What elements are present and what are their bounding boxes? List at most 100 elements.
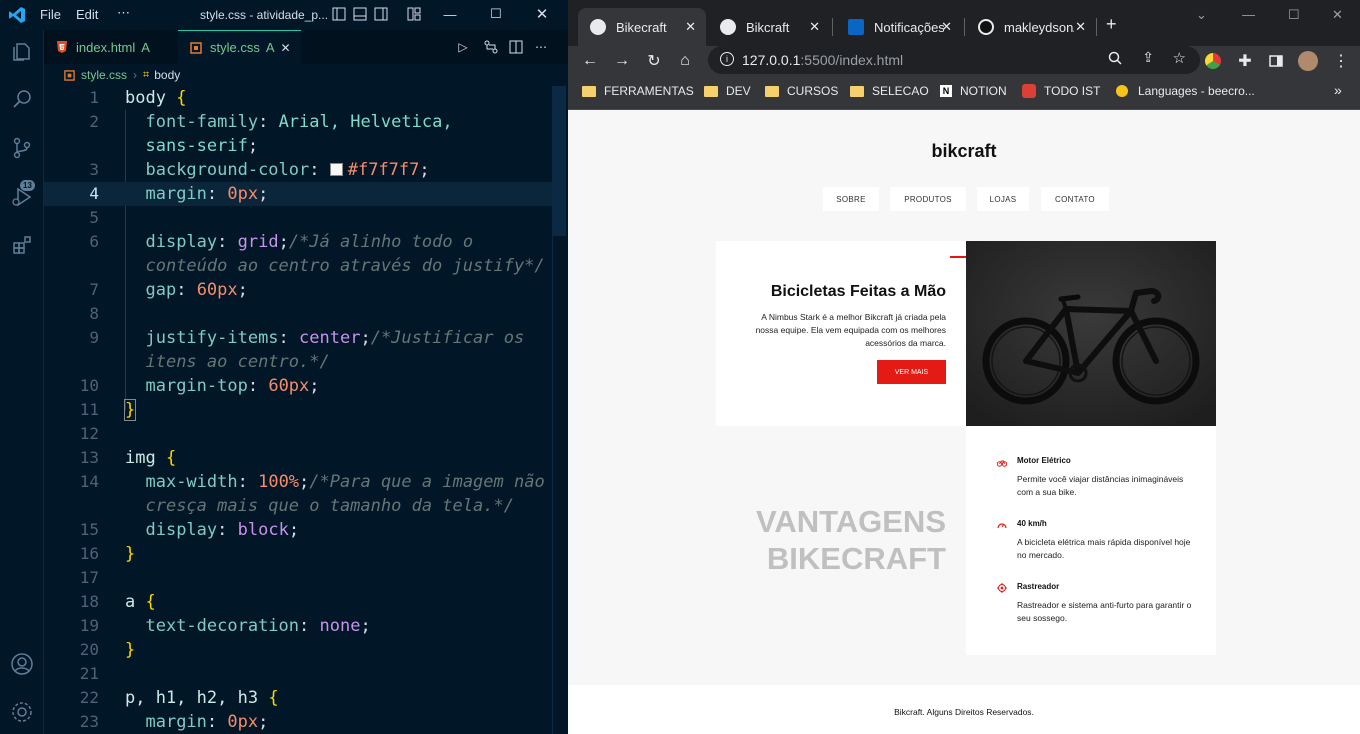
scrollbar-thumb[interactable] bbox=[552, 86, 566, 236]
menu-more[interactable]: ⋯ bbox=[117, 5, 130, 21]
site-footer: Bikcraft. Alguns Direitos Reservados. bbox=[568, 685, 1360, 734]
bookmarks-bar: FERRAMENTAS DEV CURSOS SELECAO N NOTION T… bbox=[568, 76, 1360, 110]
site-info-icon[interactable]: i bbox=[720, 52, 734, 66]
tab-style-css[interactable]: style.css A ✕ bbox=[178, 30, 301, 64]
bicycle-icon bbox=[997, 460, 1007, 467]
accounts-icon[interactable] bbox=[8, 650, 36, 678]
browser-tab-bikecraft[interactable]: Bikecraft ✕ bbox=[578, 8, 706, 46]
minimize-icon[interactable]: — bbox=[442, 6, 458, 22]
bookmark-todo-ist[interactable]: TODO IST bbox=[1022, 84, 1100, 98]
restore-icon[interactable]: ☐ bbox=[1288, 7, 1300, 23]
target-icon bbox=[997, 583, 1007, 593]
hero-text: A Nimbus Stark é a melhor Bikcraft já cr… bbox=[755, 312, 946, 348]
close-window-icon[interactable]: ✕ bbox=[534, 6, 550, 23]
back-icon[interactable]: ← bbox=[579, 50, 601, 72]
source-control-icon[interactable] bbox=[8, 134, 36, 162]
extension-colorful-icon[interactable] bbox=[1202, 50, 1224, 72]
bookmark-dev[interactable]: DEV bbox=[704, 84, 751, 98]
folder-icon bbox=[704, 85, 718, 97]
browser-tab-strip: Bikecraft ✕ Bikcraft ✕ Notificações ✕ ma… bbox=[568, 0, 1360, 46]
close-tab-icon[interactable]: ✕ bbox=[1075, 19, 1086, 35]
toggle-sidebar-icon[interactable] bbox=[331, 6, 347, 22]
close-tab-icon[interactable]: ✕ bbox=[941, 19, 952, 35]
menu-edit[interactable]: Edit bbox=[76, 7, 98, 22]
share-icon[interactable]: ⇪ bbox=[1142, 49, 1154, 66]
close-window-icon[interactable]: ✕ bbox=[1332, 7, 1343, 23]
code-line: 11} bbox=[79, 399, 137, 421]
editor-tabs: index.html A style.css A ✕ ▷ ⋯ bbox=[44, 30, 568, 64]
customize-layout-icon[interactable] bbox=[406, 6, 422, 22]
explorer-icon[interactable] bbox=[8, 38, 36, 66]
menu-file[interactable]: File bbox=[40, 7, 61, 22]
address-bar[interactable]: i 127.0.0.1:5500/index.html ⇪ ☆ bbox=[708, 46, 1200, 74]
vscode-window: File Edit ⋯ style.css - atividade_p... —… bbox=[0, 0, 568, 734]
nav-sobre[interactable]: SOBRE bbox=[823, 187, 879, 211]
code-line: 22 p, h1, h2, h3 { bbox=[79, 688, 279, 708]
chevron-down-icon[interactable]: ⌄ bbox=[1196, 7, 1207, 23]
breadcrumb-file[interactable]: style.css bbox=[81, 68, 127, 82]
nav-produtos[interactable]: PRODUTOS bbox=[890, 187, 966, 211]
browser-tab-github[interactable]: makleydson/ ✕ bbox=[966, 8, 1096, 46]
globe-icon bbox=[590, 19, 606, 35]
nav-contato[interactable]: CONTATO bbox=[1041, 187, 1109, 211]
close-tab-icon[interactable]: ✕ bbox=[281, 41, 291, 55]
color-swatch[interactable] bbox=[329, 163, 343, 176]
tab-index-html[interactable]: index.html A bbox=[44, 30, 178, 64]
new-tab-icon[interactable]: + bbox=[1106, 14, 1117, 35]
run-icon[interactable]: ▷ bbox=[455, 39, 471, 55]
close-tab-icon[interactable]: ✕ bbox=[809, 19, 820, 35]
reload-icon[interactable]: ↻ bbox=[643, 50, 665, 72]
breadcrumb: style.css › ⌗ body bbox=[44, 64, 568, 86]
browser-tab-bikcraft[interactable]: Bikcraft ✕ bbox=[708, 8, 830, 46]
run-debug-icon[interactable] bbox=[8, 183, 36, 211]
toggle-secondary-sidebar-icon[interactable] bbox=[373, 6, 389, 22]
bookmark-ferramentas[interactable]: FERRAMENTAS bbox=[582, 84, 694, 98]
browser-toolbar: ← → ↻ ⌂ i 127.0.0.1:5500/index.html ⇪ ☆ … bbox=[568, 46, 1360, 76]
extensions-puzzle-icon[interactable]: ✚ bbox=[1234, 50, 1256, 72]
folder-icon bbox=[765, 85, 779, 97]
linkedin-icon bbox=[848, 19, 864, 35]
forward-icon[interactable]: → bbox=[611, 50, 633, 72]
side-panel-icon[interactable] bbox=[1265, 50, 1287, 72]
code-line: 13 img { bbox=[79, 448, 177, 468]
home-icon[interactable]: ⌂ bbox=[674, 50, 696, 72]
code-line: 6 display: grid;/*Já alinho todo o bbox=[89, 232, 474, 252]
web-page: bikcraft SOBRE PRODUTOS LOJAS CONTATO Bi… bbox=[568, 111, 1360, 734]
vscode-logo-icon bbox=[9, 7, 25, 23]
ver-mais-button[interactable]: VER MAIS bbox=[877, 360, 946, 384]
maximize-icon[interactable]: ☐ bbox=[488, 6, 504, 22]
code-editor[interactable]: 1 body { 2 font-family: Arial, Helvetica,… bbox=[44, 86, 552, 734]
bookmarks-more-icon[interactable]: » bbox=[1334, 82, 1342, 98]
bookmark-languages[interactable]: Languages - beecro... bbox=[1116, 84, 1255, 98]
toggle-panel-icon[interactable] bbox=[352, 6, 368, 22]
bookmark-star-icon[interactable]: ☆ bbox=[1173, 49, 1186, 67]
activity-bar: 13 bbox=[0, 30, 44, 734]
profile-avatar[interactable] bbox=[1297, 50, 1319, 72]
bookmark-selecao[interactable]: SELECAO bbox=[850, 84, 929, 98]
zoom-icon[interactable] bbox=[1108, 51, 1122, 68]
css-file-icon bbox=[190, 41, 202, 54]
url-host: 127.0.0.1 bbox=[742, 52, 801, 68]
extensions-icon[interactable] bbox=[8, 231, 36, 259]
globe-icon bbox=[720, 19, 736, 35]
browser-window: Bikecraft ✕ Bikcraft ✕ Notificações ✕ ma… bbox=[568, 0, 1360, 734]
site-title[interactable]: bikcraft bbox=[568, 141, 1360, 162]
more-actions-icon[interactable]: ⋯ bbox=[533, 39, 549, 55]
close-tab-icon[interactable]: ✕ bbox=[685, 19, 696, 35]
nav-lojas[interactable]: LOJAS bbox=[977, 187, 1029, 211]
folder-icon bbox=[850, 85, 864, 97]
compare-changes-icon[interactable] bbox=[483, 39, 499, 55]
chrome-menu-icon[interactable]: ⋮ bbox=[1330, 50, 1352, 72]
bicycle-icon bbox=[966, 241, 1216, 426]
bookmark-notion[interactable]: N NOTION bbox=[940, 84, 1007, 98]
split-editor-icon[interactable] bbox=[508, 39, 524, 55]
breadcrumb-symbol[interactable]: body bbox=[154, 68, 180, 82]
code-line: 7 gap: 60px; bbox=[89, 280, 248, 300]
minimize-icon[interactable]: — bbox=[1242, 7, 1255, 22]
browser-tab-notificacoes[interactable]: Notificações ✕ bbox=[836, 8, 962, 46]
bookmark-cursos[interactable]: CURSOS bbox=[765, 84, 838, 98]
html-file-icon bbox=[57, 41, 67, 53]
search-icon[interactable] bbox=[8, 85, 36, 113]
code-line: 23 margin: 0px; bbox=[79, 712, 269, 732]
settings-gear-icon[interactable] bbox=[8, 698, 36, 726]
